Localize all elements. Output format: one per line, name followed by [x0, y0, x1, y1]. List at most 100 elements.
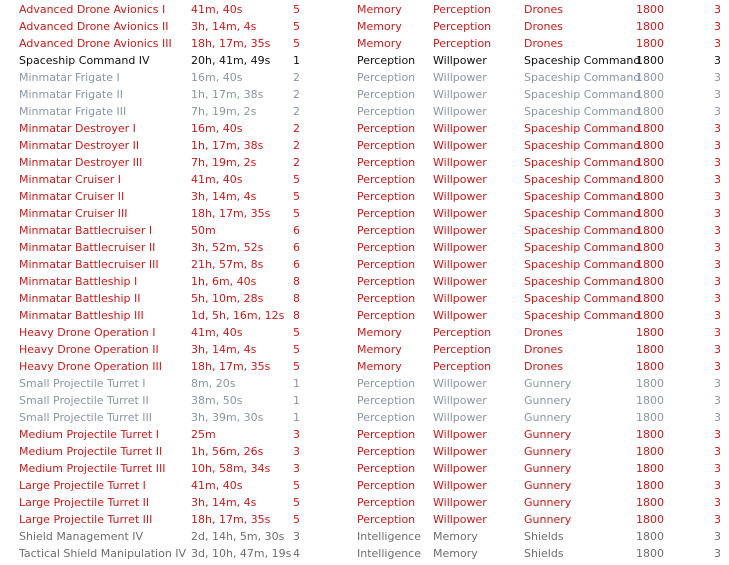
table-row[interactable]: Minmatar Destroyer III 7h, 19m, 2s 2 Percep… — [0, 154, 729, 171]
table-row[interactable]: Minmatar Frigate I 16m, 40s 2 Perception Wil… — [0, 69, 729, 86]
table-row[interactable]: Minmatar Battleship I 1h, 6m, 40s 8 Percept… — [0, 273, 729, 290]
table-row[interactable]: Shield Management IV 2d, 14h, 5m, 30s 3 Int… — [0, 528, 729, 545]
sp-per-hour-cell: 1800 — [636, 394, 664, 407]
table-row[interactable]: Spaceship Command IV 20h, 41m, 49s 1 Percep… — [0, 52, 729, 69]
secondary-attribute-cell: Willpower — [433, 122, 487, 135]
table-row[interactable]: Medium Projectile Turret III 10h, 58m, 34… — [0, 460, 729, 477]
secondary-attribute-cell: Willpower — [433, 258, 487, 271]
table-row[interactable]: Heavy Drone Operation II 3h, 14m, 4s 5 Memo… — [0, 341, 729, 358]
training-time-cell: 2d, 14h, 5m, 30s — [191, 530, 285, 543]
level-cell: 3 — [714, 496, 721, 509]
rank-cell: 2 — [293, 156, 300, 169]
level-cell: 3 — [714, 173, 721, 186]
primary-attribute-cell: Memory — [357, 326, 402, 339]
sp-per-hour-cell: 1800 — [636, 275, 664, 288]
primary-attribute-cell: Perception — [357, 190, 416, 203]
training-time-cell: 38m, 50s — [191, 394, 243, 407]
rank-cell: 2 — [293, 139, 300, 152]
level-cell: 3 — [714, 20, 721, 33]
table-row[interactable]: Large Projectile Turret I 41m, 40s 5 Percep… — [0, 477, 729, 494]
table-row[interactable]: Heavy Drone Operation III 18h, 17m, 35s 5 M… — [0, 358, 729, 375]
secondary-attribute-cell: Willpower — [433, 71, 487, 84]
rank-cell: 8 — [293, 309, 300, 322]
primary-attribute-cell: Perception — [357, 496, 416, 509]
skill-group-cell: Spaceship Command — [524, 275, 641, 288]
table-row[interactable]: Minmatar Battleship III 1d, 5h, 16m, 12s 8… — [0, 307, 729, 324]
secondary-attribute-cell: Willpower — [433, 462, 487, 475]
level-cell: 3 — [714, 292, 721, 305]
training-time-cell: 50m — [191, 224, 216, 237]
table-row[interactable]: Large Projectile Turret II 3h, 14m, 4s 5 Pe… — [0, 494, 729, 511]
table-row[interactable]: Tactical Shield Manipulation IV 3d, 10h, … — [0, 545, 729, 562]
primary-attribute-cell: Perception — [357, 428, 416, 441]
secondary-attribute-cell: Willpower — [433, 190, 487, 203]
level-cell: 3 — [714, 190, 721, 203]
skill-group-cell: Shields — [524, 547, 564, 560]
secondary-attribute-cell: Willpower — [433, 139, 487, 152]
skill-name-cell: Medium Projectile Turret III — [19, 462, 166, 475]
sp-per-hour-cell: 1800 — [636, 326, 664, 339]
table-row[interactable]: Large Projectile Turret III 18h, 17m, 35s… — [0, 511, 729, 528]
rank-cell: 1 — [293, 54, 300, 67]
primary-attribute-cell: Perception — [357, 88, 416, 101]
table-row[interactable]: Advanced Drone Avionics II 3h, 14m, 4s 5 Me… — [0, 18, 729, 35]
secondary-attribute-cell: Willpower — [433, 428, 487, 441]
training-time-cell: 1h, 56m, 26s — [191, 445, 264, 458]
table-row[interactable]: Advanced Drone Avionics III 18h, 17m, 35s… — [0, 35, 729, 52]
sp-per-hour-cell: 1800 — [636, 122, 664, 135]
table-row[interactable]: Minmatar Cruiser I 41m, 40s 5 Perception Wil… — [0, 171, 729, 188]
table-row[interactable]: Small Projectile Turret II 38m, 50s 1 Perce… — [0, 392, 729, 409]
secondary-attribute-cell: Willpower — [433, 394, 487, 407]
secondary-attribute-cell: Memory — [433, 530, 478, 543]
skill-group-cell: Gunnery — [524, 394, 572, 407]
table-row[interactable]: Small Projectile Turret I 8m, 20s 1 Percept… — [0, 375, 729, 392]
secondary-attribute-cell: Willpower — [433, 173, 487, 186]
rank-cell: 8 — [293, 292, 300, 305]
level-cell: 3 — [714, 547, 721, 560]
training-time-cell: 3h, 39m, 30s — [191, 411, 264, 424]
skill-group-cell: Spaceship Command — [524, 207, 641, 220]
table-row[interactable]: Minmatar Battlecruiser I 50m 6 Perception Wi… — [0, 222, 729, 239]
skill-group-cell: Spaceship Command — [524, 241, 641, 254]
sp-per-hour-cell: 1800 — [636, 292, 664, 305]
table-row[interactable]: Minmatar Cruiser II 3h, 14m, 4s 5 Perceptio… — [0, 188, 729, 205]
table-row[interactable]: Minmatar Frigate II 1h, 17m, 38s 2 Percepti… — [0, 86, 729, 103]
table-row[interactable]: Minmatar Cruiser III 18h, 17m, 35s 5 Percep… — [0, 205, 729, 222]
sp-per-hour-cell: 1800 — [636, 71, 664, 84]
rank-cell: 5 — [293, 496, 300, 509]
skill-group-cell: Spaceship Command — [524, 224, 641, 237]
table-row[interactable]: Minmatar Battleship II 5h, 10m, 28s 8 Perce… — [0, 290, 729, 307]
level-cell: 3 — [714, 54, 721, 67]
rank-cell: 6 — [293, 224, 300, 237]
sp-per-hour-cell: 1800 — [636, 309, 664, 322]
training-time-cell: 1h, 17m, 38s — [191, 88, 264, 101]
training-time-cell: 3h, 14m, 4s — [191, 343, 257, 356]
table-row[interactable]: Advanced Drone Avionics I 41m, 40s 5 Memory… — [0, 1, 729, 18]
skill-name-cell: Minmatar Battleship III — [19, 309, 144, 322]
skill-name-cell: Minmatar Cruiser III — [19, 207, 128, 220]
skill-group-cell: Spaceship Command — [524, 258, 641, 271]
level-cell: 3 — [714, 156, 721, 169]
sp-per-hour-cell: 1800 — [636, 190, 664, 203]
primary-attribute-cell: Perception — [357, 54, 416, 67]
table-row[interactable]: Minmatar Battlecruiser III 21h, 57m, 8s 6 P… — [0, 256, 729, 273]
table-row[interactable]: Minmatar Destroyer I 16m, 40s 2 Perception W… — [0, 120, 729, 137]
table-row[interactable]: Medium Projectile Turret II 1h, 56m, 26s 3… — [0, 443, 729, 460]
sp-per-hour-cell: 1800 — [636, 3, 664, 16]
sp-per-hour-cell: 1800 — [636, 445, 664, 458]
table-row[interactable]: Medium Projectile Turret I 25m 3 Perception… — [0, 426, 729, 443]
sp-per-hour-cell: 1800 — [636, 37, 664, 50]
table-row[interactable]: Small Projectile Turret III 3h, 39m, 30s 1… — [0, 409, 729, 426]
primary-attribute-cell: Perception — [357, 479, 416, 492]
level-cell: 3 — [714, 275, 721, 288]
skill-name-cell: Minmatar Cruiser I — [19, 173, 122, 186]
rank-cell: 3 — [293, 530, 300, 543]
training-time-cell: 8m, 20s — [191, 377, 236, 390]
table-row[interactable]: Heavy Drone Operation I 41m, 40s 5 Memory Pe… — [0, 324, 729, 341]
training-time-cell: 3h, 14m, 4s — [191, 190, 257, 203]
table-row[interactable]: Minmatar Frigate III 7h, 19m, 2s 2 Percepti… — [0, 103, 729, 120]
table-row[interactable]: Minmatar Battlecruiser II 3h, 52m, 52s 6 Pe… — [0, 239, 729, 256]
primary-attribute-cell: Memory — [357, 37, 402, 50]
secondary-attribute-cell: Perception — [433, 326, 492, 339]
table-row[interactable]: Minmatar Destroyer II 1h, 17m, 38s 2 Percep… — [0, 137, 729, 154]
